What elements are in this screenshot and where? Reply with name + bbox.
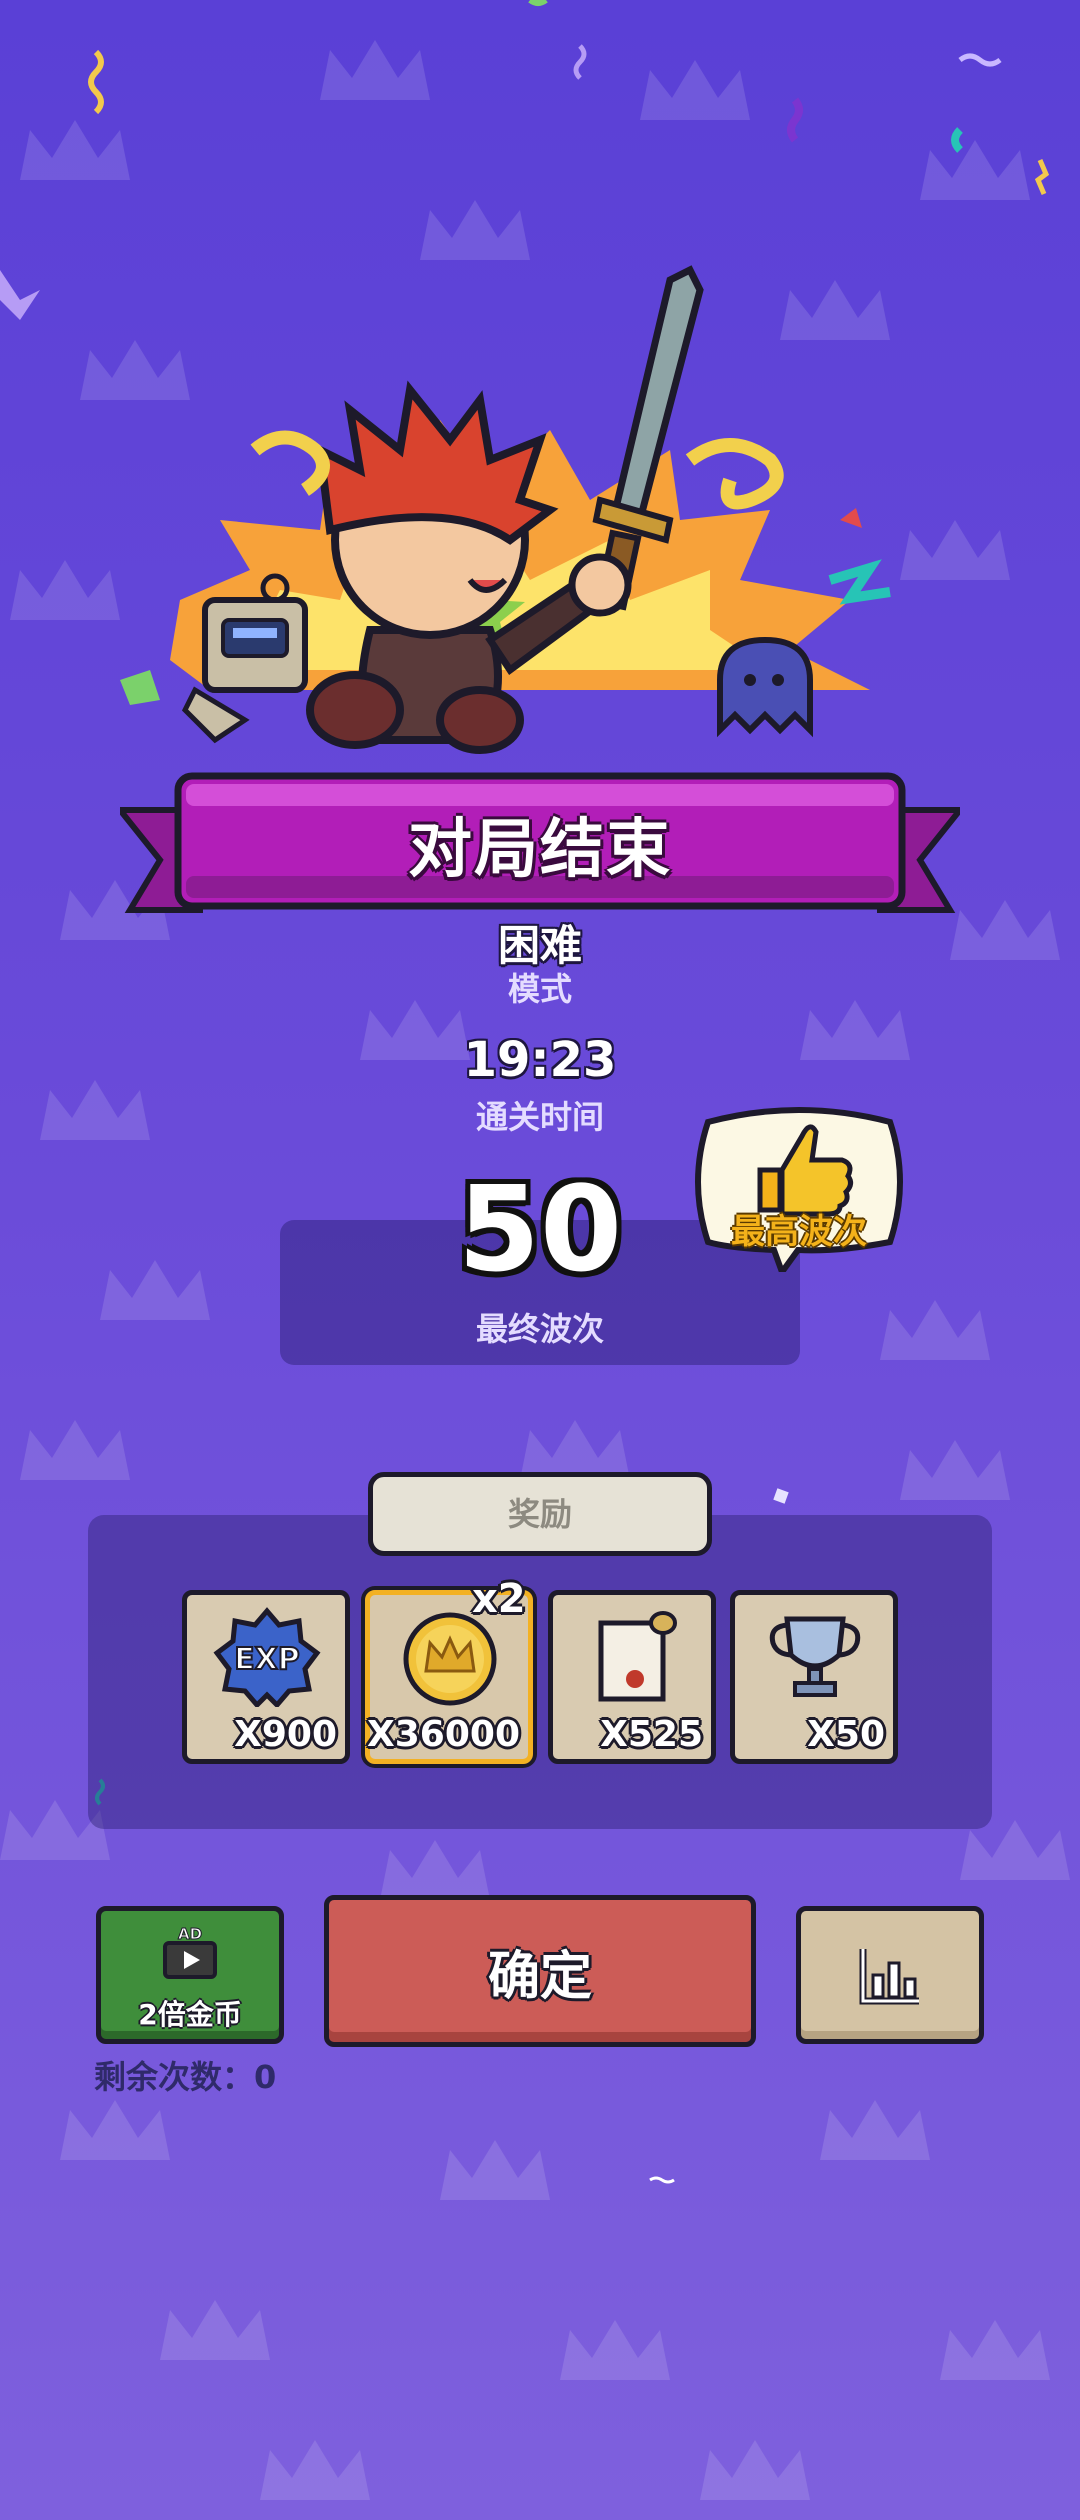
trophy-icon (769, 1616, 861, 1697)
gold-crown-coin-icon (403, 1612, 497, 1706)
clear-time-value: 19:23 (463, 1032, 617, 1088)
stats-button[interactable] (796, 1906, 984, 2044)
confirm-button[interactable]: 确定 (324, 1895, 756, 2047)
clear-time-label: 通关时间 (475, 1098, 604, 1136)
reward-card-scroll: X525 (548, 1590, 716, 1764)
reward-qty-exp: X900 (234, 1714, 337, 1755)
double-gold-ad-label: 2倍金币 (138, 1998, 242, 2031)
exp-badge-icon: EXP (213, 1607, 321, 1707)
ghost-icon (717, 636, 813, 738)
reward-qty-scroll: X525 (600, 1714, 703, 1755)
reward-card-exp: EXP X900 (182, 1590, 350, 1764)
reward-card-trophy: X50 (730, 1590, 898, 1764)
mode-label: 模式 (507, 970, 572, 1008)
hero-character (306, 380, 632, 754)
banner-title: 对局结束 (408, 813, 672, 887)
hero-artwork (170, 265, 891, 754)
video-ad-icon: AD (163, 1925, 217, 1979)
scroll-icon (598, 1611, 677, 1702)
confirm-button-label: 确定 (487, 1947, 592, 2007)
double-gold-ad-button[interactable]: AD 2倍金币 (96, 1906, 284, 2044)
remaining-count: 剩余次数：0 (94, 2058, 277, 2096)
exp-badge-text: EXP (234, 1642, 300, 1677)
best-wave-label: 最高波次 (731, 1212, 867, 1252)
final-wave-label: 最终波次 (475, 1310, 604, 1348)
final-wave-number: 50 (457, 1160, 623, 1298)
rewards-tab: 奖励 (368, 1472, 712, 1556)
reward-qty-gold: X36000 (367, 1714, 520, 1755)
reward-qty-trophy: X50 (807, 1714, 885, 1755)
gold-multiplier: x2 (472, 1576, 526, 1622)
bar-chart-icon (859, 1949, 919, 2005)
ad-badge-text: AD (178, 1925, 202, 1943)
